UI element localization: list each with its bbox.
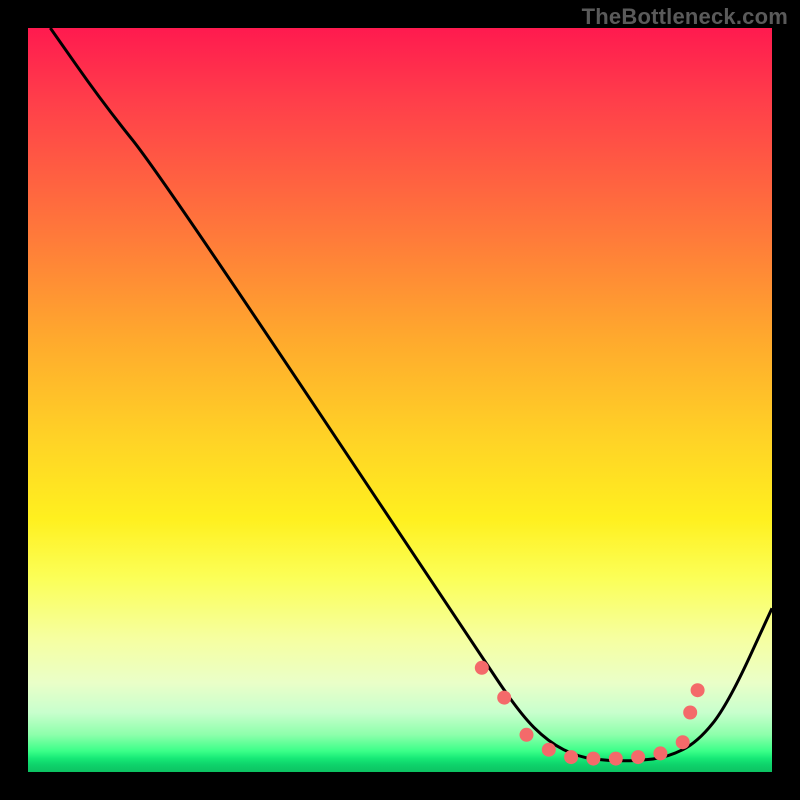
marker-dot xyxy=(497,691,511,705)
marker-dot xyxy=(475,661,489,675)
marker-dot xyxy=(683,706,697,720)
marker-dot xyxy=(520,728,534,742)
attribution-label: TheBottleneck.com xyxy=(582,4,788,30)
bottleneck-curve xyxy=(50,28,772,761)
marker-dot xyxy=(691,683,705,697)
chart-frame: TheBottleneck.com xyxy=(0,0,800,800)
plot-area xyxy=(28,28,772,772)
marker-dot xyxy=(586,752,600,766)
marker-dot xyxy=(542,743,556,757)
marker-group xyxy=(475,661,705,766)
marker-dot xyxy=(676,735,690,749)
marker-dot xyxy=(653,746,667,760)
marker-dot xyxy=(631,750,645,764)
curve-layer xyxy=(28,28,772,772)
marker-dot xyxy=(564,750,578,764)
marker-dot xyxy=(609,752,623,766)
